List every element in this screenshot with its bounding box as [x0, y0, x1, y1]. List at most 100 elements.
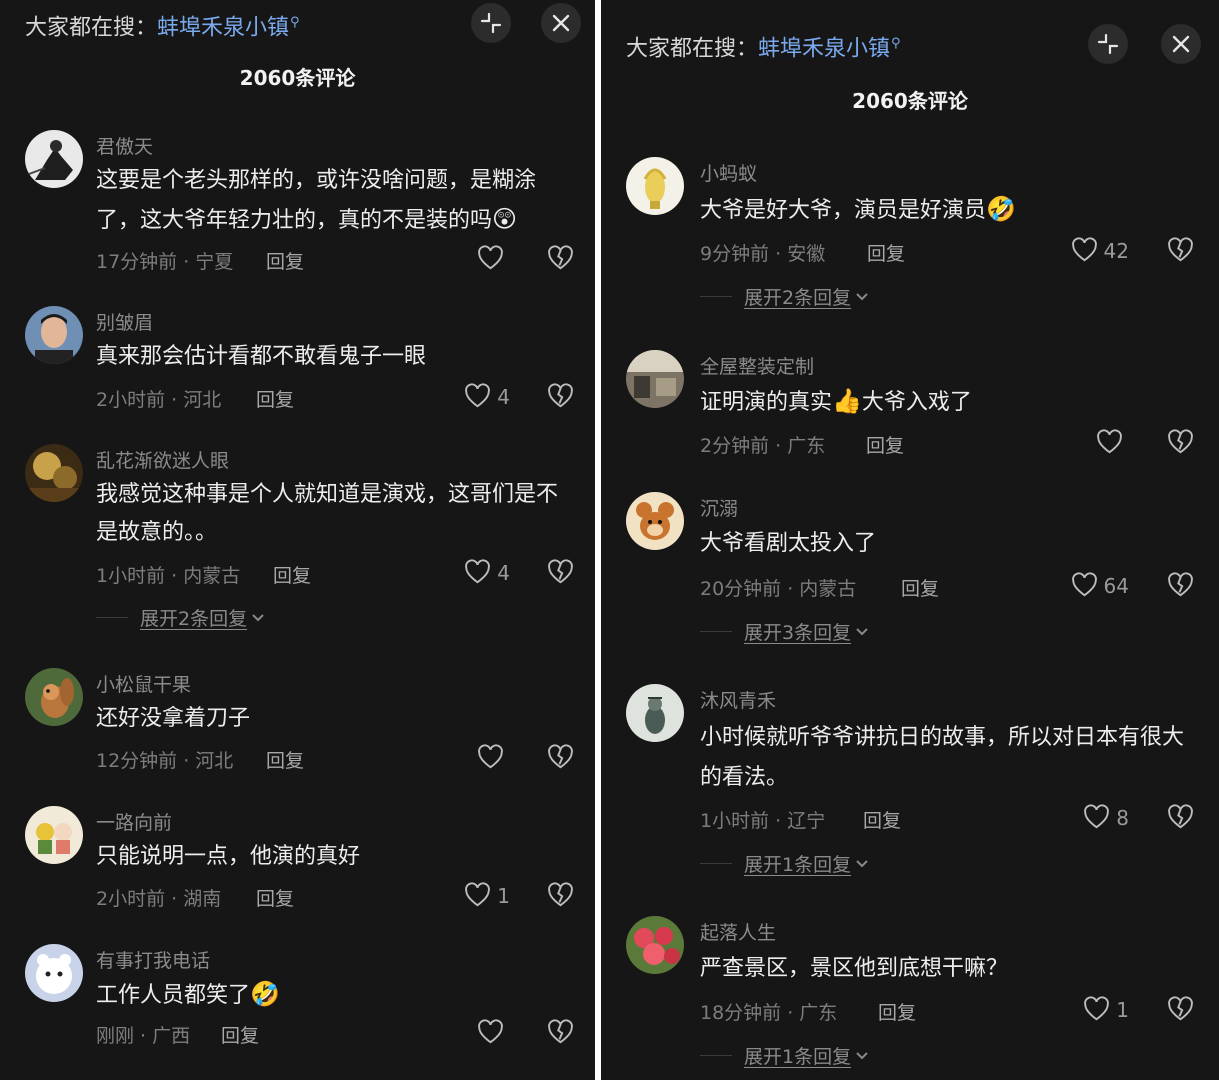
- chevron-down-icon: [855, 622, 869, 641]
- dislike-button[interactable]: [545, 743, 575, 773]
- minimize-button[interactable]: [471, 3, 511, 43]
- minimize-button[interactable]: [1088, 24, 1128, 64]
- comment-username[interactable]: 小松鼠干果: [96, 670, 191, 697]
- reply-button[interactable]: 回复: [901, 574, 939, 601]
- like-button[interactable]: 4: [440, 558, 510, 588]
- expand-replies-link[interactable]: 展开2条回复: [744, 283, 851, 310]
- broken-heart-icon: [547, 558, 574, 588]
- avatar[interactable]: [25, 806, 83, 864]
- close-button[interactable]: [541, 3, 581, 43]
- expand-replies-link[interactable]: 展开3条回复: [744, 618, 851, 645]
- expand-replies[interactable]: 展开2条回复: [96, 602, 265, 632]
- reply-button[interactable]: 回复: [273, 561, 311, 588]
- reply-button[interactable]: 回复: [878, 998, 916, 1025]
- avatar[interactable]: [25, 668, 83, 726]
- divider-dash: [700, 862, 732, 864]
- expand-replies-link[interactable]: 展开1条回复: [744, 850, 851, 877]
- search-suggestion[interactable]: 大家都在搜：蚌埠禾泉小镇⚲: [25, 8, 300, 43]
- dislike-button[interactable]: [545, 382, 575, 412]
- dislike-button[interactable]: [1165, 236, 1195, 266]
- comments-panel-right: 大家都在搜：蚌埠禾泉小镇⚲ 2060条评论 小蚂蚁 大爷是好大爷，演员是好演员🤣…: [601, 0, 1219, 1080]
- dislike-button[interactable]: [1165, 803, 1195, 833]
- avatar[interactable]: [626, 492, 684, 550]
- comments-count: 2060条评论: [852, 89, 968, 113]
- divider-dash: [700, 1054, 732, 1056]
- comment-username[interactable]: 小蚂蚁: [700, 159, 757, 186]
- like-button[interactable]: [1053, 428, 1129, 458]
- heart-outline-icon: [477, 1018, 504, 1048]
- dislike-button[interactable]: [545, 244, 575, 274]
- comment-body: 这要是个老头那样的，或许没啥问题，是糊涂了，这大爷年轻力壮的，真的不是装的吗: [96, 168, 537, 233]
- comment-meta: 2小时前 · 湖南: [96, 888, 222, 910]
- search-icon: ⚲: [290, 15, 300, 30]
- comments-header: 大家都在搜：蚌埠禾泉小镇⚲: [0, 0, 595, 60]
- chevron-down-icon: [855, 854, 869, 873]
- reply-button[interactable]: 回复: [863, 806, 901, 833]
- close-button[interactable]: [1161, 24, 1201, 64]
- broken-heart-icon: [547, 743, 574, 773]
- avatar[interactable]: [626, 916, 684, 974]
- comment-meta: 刚刚 · 广西: [96, 1025, 191, 1047]
- comment-username[interactable]: 别皱眉: [96, 308, 153, 335]
- search-suggestion[interactable]: 大家都在搜：蚌埠禾泉小镇⚲: [626, 29, 901, 64]
- like-button[interactable]: [440, 743, 510, 773]
- expand-replies[interactable]: 展开2条回复: [700, 281, 869, 311]
- avatar[interactable]: [626, 157, 684, 215]
- comment-username[interactable]: 一路向前: [96, 808, 172, 835]
- avatar[interactable]: [626, 350, 684, 408]
- like-button[interactable]: 8: [1053, 803, 1129, 833]
- search-term[interactable]: 蚌埠禾泉小镇: [758, 36, 890, 61]
- avatar[interactable]: [25, 444, 83, 502]
- comment-meta: 9分钟前 · 安徽: [700, 243, 826, 265]
- expand-replies[interactable]: 展开1条回复: [700, 1040, 869, 1070]
- like-button[interactable]: 42: [1053, 236, 1129, 266]
- emoji: 👍: [832, 387, 862, 415]
- divider-dash: [96, 616, 128, 618]
- dislike-button[interactable]: [1165, 571, 1195, 601]
- avatar[interactable]: [25, 944, 83, 1002]
- avatar[interactable]: [25, 130, 83, 188]
- like-button[interactable]: 1: [1053, 995, 1129, 1025]
- heart-outline-icon: [477, 743, 504, 773]
- comment-username[interactable]: 有事打我电话: [96, 946, 210, 973]
- like-button[interactable]: [440, 1018, 510, 1048]
- reply-button[interactable]: 回复: [266, 746, 304, 773]
- reply-button[interactable]: 回复: [266, 247, 304, 274]
- comment-username[interactable]: 全屋整装定制: [700, 352, 814, 379]
- comment-meta: 20分钟前 · 内蒙古: [700, 578, 857, 600]
- like-button[interactable]: 1: [440, 881, 510, 911]
- like-button[interactable]: [440, 244, 510, 274]
- dislike-button[interactable]: [545, 881, 575, 911]
- avatar[interactable]: [626, 684, 684, 742]
- heart-outline-icon: [464, 558, 491, 588]
- avatar[interactable]: [25, 306, 83, 364]
- expand-replies-link[interactable]: 展开2条回复: [140, 604, 247, 631]
- reply-button[interactable]: 回复: [866, 431, 904, 458]
- like-button[interactable]: 64: [1053, 571, 1129, 601]
- dislike-button[interactable]: [1165, 428, 1195, 458]
- broken-heart-icon: [547, 382, 574, 412]
- dislike-button[interactable]: [1165, 995, 1195, 1025]
- reply-button[interactable]: 回复: [867, 239, 905, 266]
- comment-username[interactable]: 沐风青禾: [700, 686, 776, 713]
- comment-username[interactable]: 起落人生: [700, 918, 776, 945]
- reply-button[interactable]: 回复: [221, 1021, 259, 1048]
- comment-username[interactable]: 沉溺: [700, 494, 738, 521]
- dislike-button[interactable]: [545, 558, 575, 588]
- comment-text: 大爷看剧太投入了: [700, 525, 1200, 563]
- search-term[interactable]: 蚌埠禾泉小镇: [157, 15, 289, 40]
- comment-username[interactable]: 君傲天: [96, 132, 153, 159]
- expand-replies-link[interactable]: 展开1条回复: [744, 1042, 851, 1069]
- emoji: 😲: [492, 205, 518, 233]
- like-button[interactable]: 4: [440, 382, 510, 412]
- comment-text: 还好没拿着刀子: [96, 700, 576, 738]
- comment-username[interactable]: 乱花渐欲迷人眼: [96, 446, 229, 473]
- like-count: 1: [497, 884, 510, 908]
- reply-button[interactable]: 回复: [256, 385, 294, 412]
- expand-replies[interactable]: 展开1条回复: [700, 848, 869, 878]
- reply-button[interactable]: 回复: [256, 884, 294, 911]
- search-prefix: 大家都在搜：: [25, 15, 158, 41]
- emoji: 🤣: [986, 195, 1016, 223]
- expand-replies[interactable]: 展开3条回复: [700, 616, 869, 646]
- dislike-button[interactable]: [545, 1018, 575, 1048]
